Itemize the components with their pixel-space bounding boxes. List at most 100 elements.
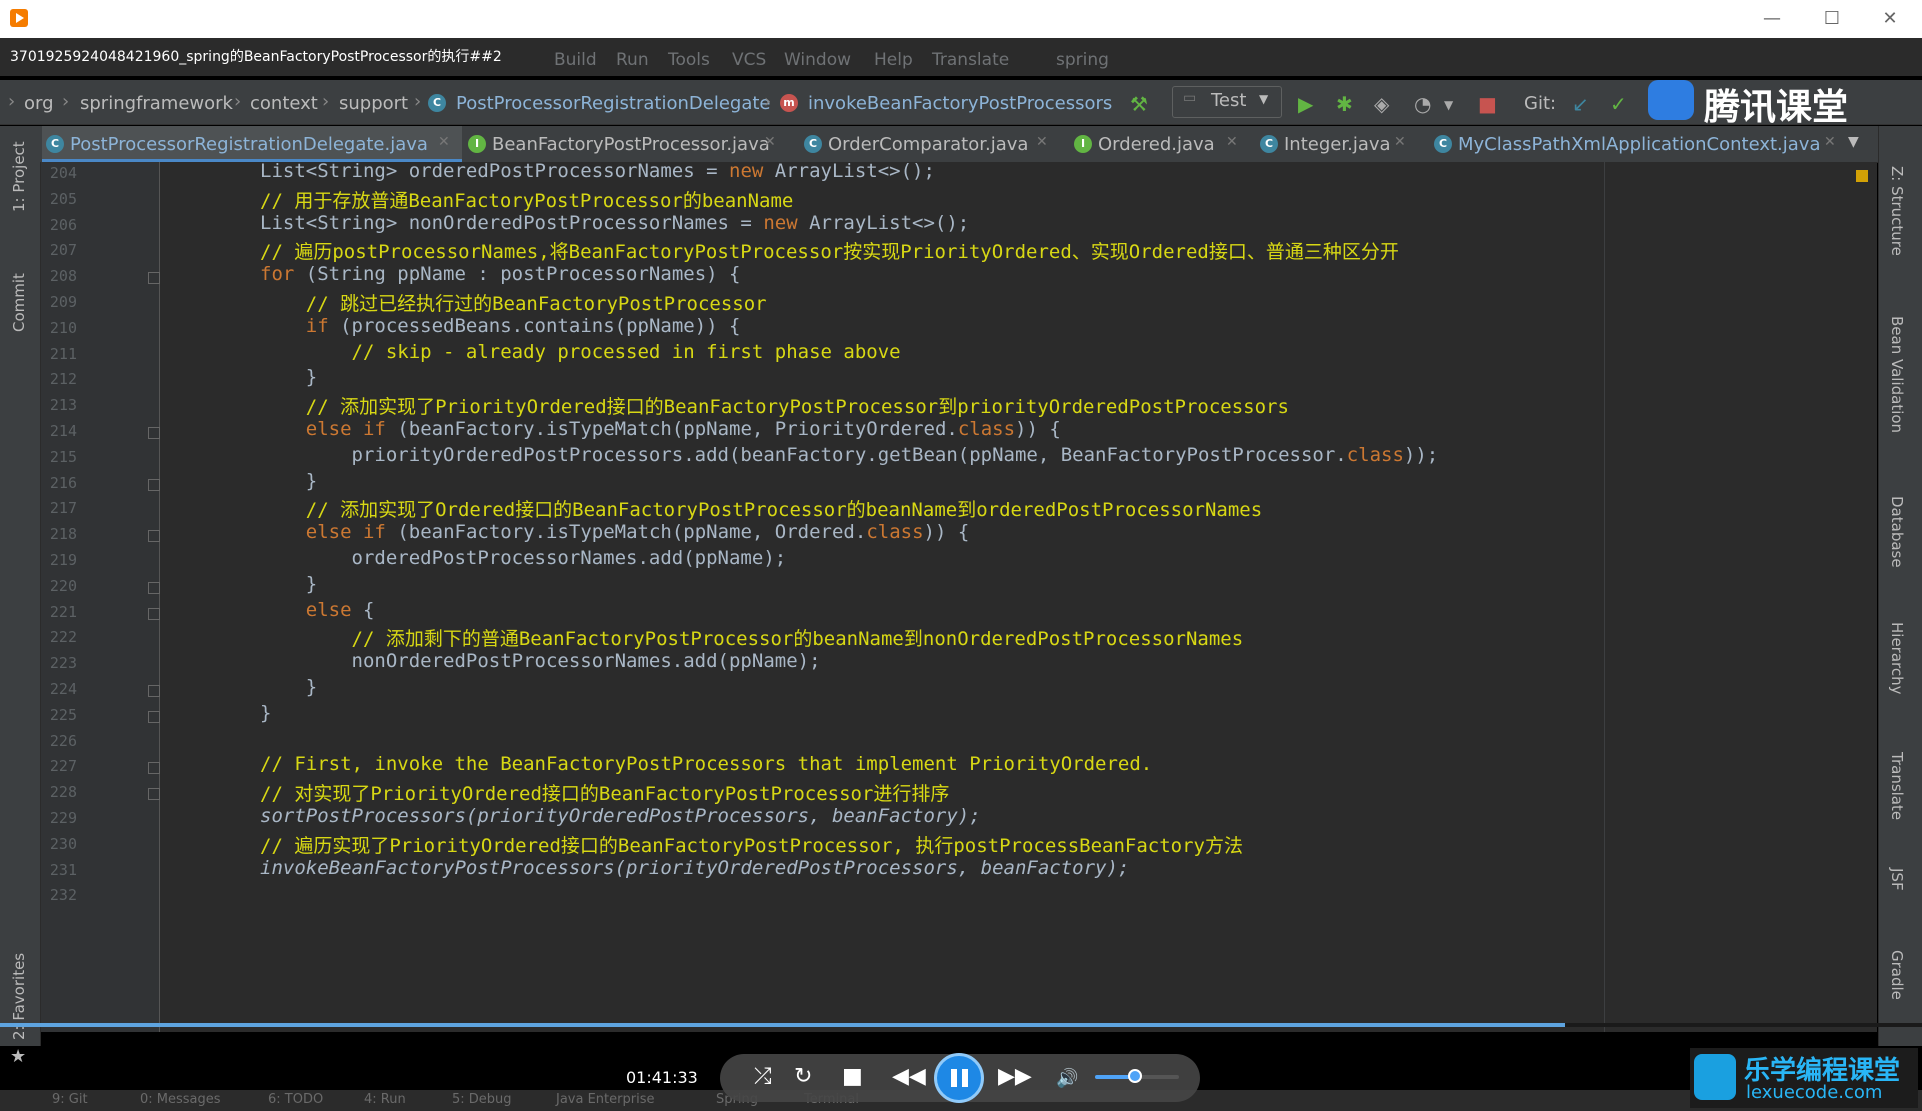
code-line[interactable]: } bbox=[260, 573, 317, 595]
code-line[interactable]: } bbox=[260, 470, 317, 492]
breadcrumb-org[interactable]: org bbox=[24, 93, 54, 114]
tool-translate[interactable]: Translate bbox=[1888, 752, 1906, 820]
tool-structure[interactable]: Z: Structure bbox=[1888, 166, 1906, 256]
menu-vcs[interactable]: VCS bbox=[732, 50, 766, 70]
code-line[interactable]: List<String> nonOrderedPostProcessorName… bbox=[260, 212, 969, 234]
status-bar-item[interactable]: 4: Run bbox=[364, 1092, 406, 1107]
volume-icon[interactable]: 🔊 bbox=[1056, 1068, 1078, 1089]
tab-ordercomparator[interactable]: C OrderComparator.java ✕ bbox=[800, 126, 1060, 162]
code-line[interactable]: if (processedBeans.contains(ppName)) { bbox=[260, 315, 741, 337]
code-line[interactable]: else if (beanFactory.isTypeMatch(ppName,… bbox=[260, 521, 970, 543]
code-line[interactable]: } bbox=[260, 366, 317, 388]
close-button[interactable]: ✕ bbox=[1870, 4, 1910, 34]
fold-toggle-icon[interactable] bbox=[148, 272, 160, 285]
menu-build[interactable]: Build bbox=[554, 50, 597, 70]
maximize-button[interactable]: ☐ bbox=[1812, 4, 1852, 34]
breadcrumb-method[interactable]: invokeBeanFactoryPostProcessors bbox=[808, 93, 1112, 114]
fold-toggle-icon[interactable] bbox=[148, 581, 160, 594]
status-bar-item[interactable]: Java Enterprise bbox=[556, 1092, 654, 1107]
code-line[interactable]: sortPostProcessors(priorityOrderedPostPr… bbox=[260, 805, 981, 827]
menu-help[interactable]: Help bbox=[874, 50, 913, 70]
tool-hierarchy[interactable]: Hierarchy bbox=[1888, 622, 1906, 695]
fold-toggle-icon[interactable] bbox=[148, 788, 160, 801]
repeat-icon[interactable]: ↻ bbox=[794, 1064, 812, 1089]
close-tab-icon[interactable]: ✕ bbox=[764, 134, 776, 150]
menu-run[interactable]: Run bbox=[616, 50, 649, 70]
tool-jsf[interactable]: JSF bbox=[1888, 868, 1906, 891]
code-line[interactable]: else { bbox=[260, 599, 375, 621]
tool-database[interactable]: Database bbox=[1888, 496, 1906, 568]
code-line[interactable]: priorityOrderedPostProcessors.add(beanFa… bbox=[260, 444, 1439, 466]
code-line[interactable]: List<String> orderedPostProcessorNames =… bbox=[260, 160, 935, 182]
fold-toggle-icon[interactable] bbox=[148, 530, 160, 543]
code-line[interactable]: nonOrderedPostProcessorNames.add(ppName)… bbox=[260, 650, 821, 672]
code-line[interactable]: // skip - already processed in first pha… bbox=[260, 341, 901, 363]
status-bar-item[interactable]: 6: TODO bbox=[268, 1092, 323, 1107]
tab-ordered[interactable]: I Ordered.java ✕ bbox=[1070, 126, 1250, 162]
menu-tools[interactable]: Tools bbox=[668, 50, 710, 70]
tab-myclasspathxmlapplicationcontext[interactable]: C MyClassPathXmlApplicationContext.java … bbox=[1430, 126, 1850, 162]
fold-toggle-icon[interactable] bbox=[148, 607, 160, 620]
minimize-button[interactable]: — bbox=[1752, 4, 1792, 34]
code-line[interactable]: // 添加实现了Ordered接口的BeanFactoryPostProcess… bbox=[260, 495, 1262, 522]
fast-forward-button[interactable]: ▶▶ bbox=[998, 1064, 1032, 1089]
code-line[interactable]: for (String ppName : postProcessorNames)… bbox=[260, 263, 740, 285]
code-line[interactable]: // First, invoke the BeanFactoryPostProc… bbox=[260, 753, 1152, 775]
code-line[interactable]: else if (beanFactory.isTypeMatch(ppName,… bbox=[260, 418, 1061, 440]
fold-toggle-icon[interactable] bbox=[148, 478, 160, 491]
code-line[interactable]: } bbox=[260, 676, 317, 698]
git-commit-check-icon[interactable]: ✓ bbox=[1610, 92, 1627, 116]
run-icon[interactable]: ▶ bbox=[1298, 92, 1313, 116]
fold-toggle-icon[interactable] bbox=[148, 685, 160, 697]
fold-toggle-icon[interactable] bbox=[148, 762, 160, 775]
code-line[interactable]: // 遍历实现了PriorityOrdered接口的BeanFactoryPos… bbox=[260, 831, 1243, 858]
status-bar-item[interactable]: 0: Messages bbox=[140, 1092, 221, 1107]
breadcrumb-support[interactable]: support bbox=[339, 93, 408, 114]
build-hammer-icon[interactable]: ⚒ bbox=[1130, 92, 1148, 116]
close-tab-icon[interactable]: ✕ bbox=[1394, 134, 1406, 150]
tab-postprocessorregistrationdelegate[interactable]: C PostProcessorRegistrationDelegate.java… bbox=[42, 126, 462, 162]
breadcrumb-springframework[interactable]: springframework bbox=[80, 93, 233, 114]
tab-integer[interactable]: C Integer.java ✕ bbox=[1256, 126, 1416, 162]
close-tab-icon[interactable]: ✕ bbox=[1824, 134, 1836, 150]
tab-beanfactorypostprocessor[interactable]: I BeanFactoryPostProcessor.java ✕ bbox=[464, 126, 786, 162]
code-line[interactable]: // 添加实现了PriorityOrdered接口的BeanFactoryPos… bbox=[260, 392, 1289, 419]
code-line[interactable]: // 对实现了PriorityOrdered接口的BeanFactoryPost… bbox=[260, 779, 949, 806]
close-tab-icon[interactable]: ✕ bbox=[1036, 134, 1048, 150]
code-line[interactable]: // 用于存放普通BeanFactoryPostProcessor的beanNa… bbox=[260, 186, 793, 213]
close-tab-icon[interactable]: ✕ bbox=[1226, 134, 1238, 150]
status-bar-item[interactable]: 5: Debug bbox=[452, 1092, 512, 1107]
tool-commit[interactable]: Commit bbox=[10, 273, 28, 332]
menu-window[interactable]: Window bbox=[784, 50, 851, 70]
run-config-select[interactable]: ▭ Test ▼ bbox=[1172, 86, 1282, 118]
code-line[interactable]: orderedPostProcessorNames.add(ppName); bbox=[260, 547, 787, 569]
tool-project[interactable]: 1: Project bbox=[10, 141, 28, 212]
code-line[interactable]: // 添加剩下的普通BeanFactoryPostProcessor的beanN… bbox=[260, 624, 1244, 651]
pause-button[interactable] bbox=[934, 1053, 984, 1103]
menu-translate[interactable]: Translate bbox=[932, 50, 1009, 70]
debug-bug-icon[interactable]: ✱ bbox=[1336, 92, 1353, 116]
code-line[interactable]: // 跳过已经执行过的BeanFactoryPostProcessor bbox=[260, 289, 767, 316]
stop-icon[interactable]: ■ bbox=[1478, 92, 1497, 116]
fold-toggle-icon[interactable] bbox=[148, 427, 160, 439]
breadcrumb-context[interactable]: context bbox=[250, 93, 318, 114]
git-update-icon[interactable]: ↙ bbox=[1572, 92, 1589, 116]
coverage-shield-icon[interactable]: ◈ bbox=[1374, 92, 1389, 116]
tool-gradle[interactable]: Gradle bbox=[1888, 950, 1906, 1000]
code-line[interactable]: } bbox=[260, 702, 271, 724]
tool-bean-validation[interactable]: Bean Validation bbox=[1888, 316, 1906, 433]
warning-marker[interactable] bbox=[1856, 170, 1868, 182]
code-line[interactable]: // 遍历postProcessorNames,将BeanFactoryPost… bbox=[260, 237, 1399, 264]
close-tab-icon[interactable]: ✕ bbox=[438, 134, 450, 150]
fold-toggle-icon[interactable] bbox=[148, 710, 160, 723]
stop-button[interactable]: ■ bbox=[842, 1064, 863, 1089]
rewind-button[interactable]: ◀◀ bbox=[892, 1064, 926, 1089]
code-line[interactable]: invokeBeanFactoryPostProcessors(priority… bbox=[260, 857, 1129, 879]
profile-icon[interactable]: ◔ bbox=[1414, 92, 1431, 116]
shuffle-icon[interactable]: ⤮ bbox=[754, 1064, 772, 1089]
breadcrumb-class[interactable]: PostProcessorRegistrationDelegate bbox=[456, 93, 771, 114]
status-bar-item[interactable]: 9: Git bbox=[52, 1092, 88, 1107]
chevron-down-icon[interactable]: ▼ bbox=[1848, 134, 1859, 150]
chevron-right-icon: › bbox=[764, 91, 772, 112]
chevron-down-icon[interactable]: ▼ bbox=[1444, 98, 1453, 112]
